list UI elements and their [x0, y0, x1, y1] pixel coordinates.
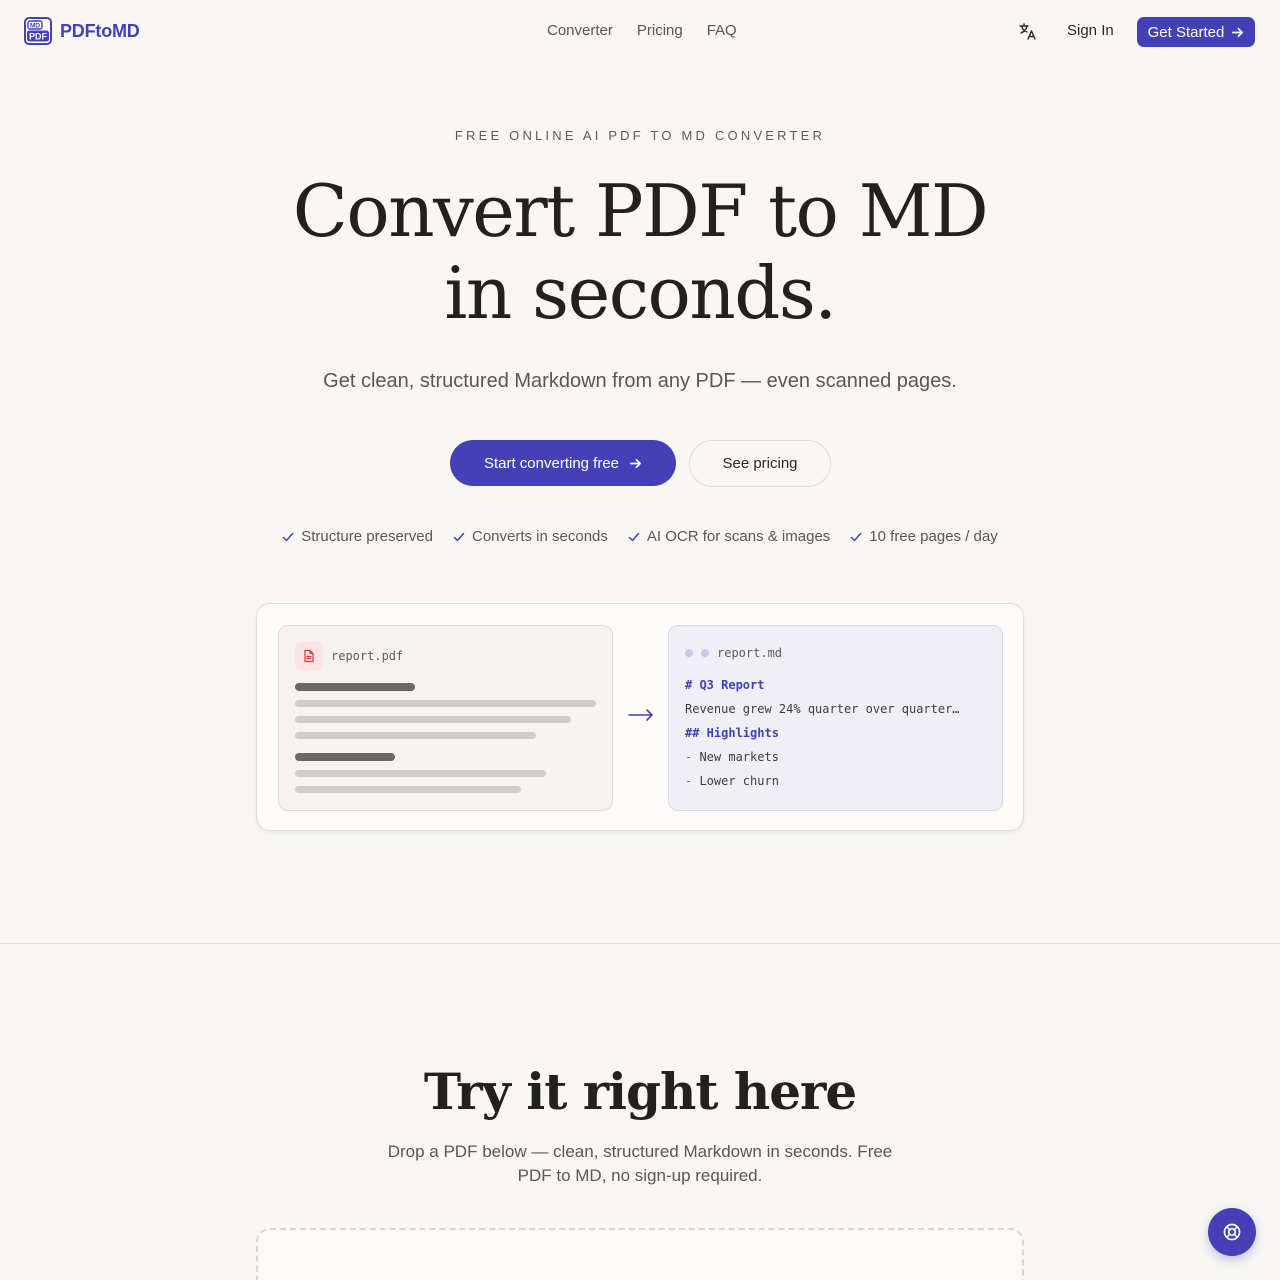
bullet-marker: -: [685, 774, 700, 788]
nav-link-pricing[interactable]: Pricing: [637, 22, 683, 39]
md-text-line: Revenue grew 24% quarter over quarter…: [685, 702, 960, 716]
check-icon: [283, 532, 294, 541]
pdf-line-placeholder: [295, 786, 521, 793]
md-filename: report.md: [717, 646, 783, 660]
window-dot: [701, 649, 709, 657]
hero-title-line-1: Convert PDF to MD: [292, 169, 989, 253]
try-section-title: Try it right here: [423, 1062, 857, 1121]
main-nav: Converter Pricing FAQ: [547, 22, 737, 39]
md-bullet-line: - New markets: [685, 750, 779, 764]
conversion-arrow-icon: [628, 709, 653, 721]
pdf-line-placeholder: [295, 716, 571, 723]
help-button[interactable]: [1208, 1208, 1256, 1256]
pdf-heading-placeholder: [295, 753, 395, 761]
feature-item: Structure preserved: [282, 528, 433, 545]
check-icon: [628, 532, 640, 541]
hero-title: Convert PDF to MD in seconds.: [0, 170, 1280, 334]
section-divider: [0, 943, 1280, 944]
markdown-preview-pane: report.md # Q3 Report Revenue grew 24% q…: [668, 625, 1003, 811]
try-section-subtitle: Drop a PDF below — clean, structured Mar…: [387, 1142, 893, 1185]
feature-item: Converts in seconds: [453, 528, 608, 545]
hero-eyebrow: FREE ONLINE AI PDF TO MD CONVERTER: [454, 128, 826, 143]
file-text-icon: [295, 642, 323, 670]
logo-link[interactable]: MD PDF PDFtoMD: [24, 17, 140, 45]
get-started-label: Get Started: [1147, 23, 1225, 41]
feature-item: AI OCR for scans & images: [628, 528, 830, 545]
feature-item: 10 free pages / day: [850, 528, 998, 545]
start-converting-label: Start converting free: [483, 454, 620, 472]
hero-title-line-2: in seconds.: [444, 251, 837, 335]
see-pricing-button[interactable]: See pricing: [689, 440, 831, 487]
arrow-right-icon: [1232, 27, 1244, 37]
feature-label: 10 free pages / day: [869, 528, 998, 545]
pdf-preview-pane: report.pdf: [278, 625, 613, 811]
feature-label: AI OCR for scans & images: [646, 528, 831, 545]
md-bullet-text: Lower churn: [699, 774, 779, 788]
start-converting-button[interactable]: Start converting free: [450, 440, 676, 486]
pdf-line-placeholder: [295, 732, 536, 739]
pdf-filename: report.pdf: [331, 649, 404, 663]
md-heading-line: ## Highlights: [685, 726, 779, 740]
check-icon: [851, 532, 862, 541]
arrow-right-icon: [630, 458, 642, 468]
conversion-demo-card: report.pdf report.md # Q3 Report Revenue…: [256, 603, 1024, 831]
check-icon: [453, 532, 465, 541]
hero-subtitle: Get clean, structured Markdown from any …: [323, 370, 957, 392]
window-dot: [685, 649, 693, 657]
logo-text: PDFtoMD: [60, 20, 140, 41]
md-heading-line: # Q3 Report: [685, 678, 765, 692]
bullet-marker: -: [685, 750, 700, 764]
pdf-line-placeholder: [295, 770, 546, 777]
pdf-dropzone[interactable]: [256, 1228, 1024, 1280]
get-started-button[interactable]: Get Started: [1137, 17, 1255, 47]
md-bullet-line: - Lower churn: [685, 774, 779, 788]
sign-in-link[interactable]: Sign In: [1067, 22, 1114, 39]
site-header: MD PDF PDFtoMD Converter Pricing FAQ Sig…: [0, 0, 1280, 64]
nav-link-faq[interactable]: FAQ: [707, 22, 737, 39]
nav-link-converter[interactable]: Converter: [547, 22, 613, 39]
feature-label: Converts in seconds: [471, 528, 608, 545]
pdf-line-placeholder: [295, 700, 596, 707]
feature-list: Structure preserved Converts in seconds …: [0, 528, 1280, 545]
svg-text:MD: MD: [30, 23, 40, 30]
md-bullet-text: New markets: [699, 750, 779, 764]
logo-icon: MD PDF: [24, 17, 52, 45]
svg-text:PDF: PDF: [29, 32, 48, 42]
feature-label: Structure preserved: [301, 528, 433, 545]
lifebuoy-icon: [1223, 1223, 1241, 1241]
pdf-heading-placeholder: [295, 683, 415, 691]
translate-icon[interactable]: [1018, 22, 1038, 42]
